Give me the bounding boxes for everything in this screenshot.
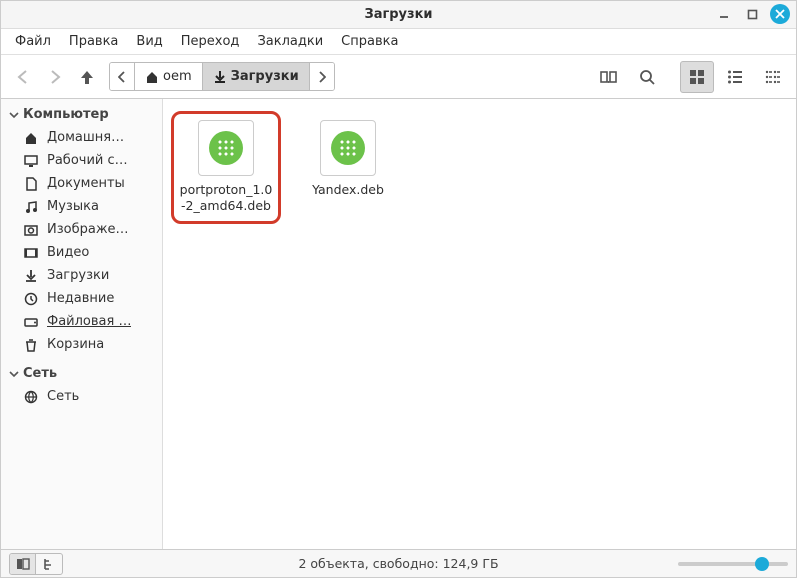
video-icon	[23, 246, 39, 260]
list-view-button[interactable]	[718, 61, 752, 93]
drive-icon	[23, 315, 39, 329]
status-text: 2 объекта, свободно: 124,9 ГБ	[298, 556, 498, 571]
music-icon	[23, 200, 39, 214]
sidebar-item-home[interactable]: Домашня…	[1, 126, 162, 149]
home-icon	[145, 70, 159, 84]
path-home-label: oem	[163, 69, 192, 84]
download-icon	[23, 269, 39, 283]
sidebar-section-network[interactable]: Сеть	[1, 362, 162, 385]
home-icon	[23, 131, 39, 145]
places-toggle[interactable]	[10, 554, 36, 574]
download-icon	[213, 70, 227, 84]
path-current-label: Загрузки	[231, 69, 299, 84]
path-next-button[interactable]	[310, 63, 334, 90]
sidebar-item-recent[interactable]: Недавние	[1, 287, 162, 310]
back-button[interactable]	[7, 61, 39, 93]
zoom-thumb[interactable]	[755, 557, 769, 571]
menu-help[interactable]: Справка	[333, 31, 406, 52]
maximize-button[interactable]	[742, 4, 762, 24]
sidebar: Компьютер Домашня… Рабочий с… Документы …	[1, 99, 163, 549]
sidebar-item-documents[interactable]: Документы	[1, 172, 162, 195]
menu-bookmarks[interactable]: Закладки	[249, 31, 331, 52]
window-title: Загрузки	[364, 7, 432, 22]
sidebar-toggle-group	[9, 553, 63, 575]
package-icon	[320, 120, 376, 176]
titlebar: Загрузки	[1, 1, 796, 29]
file-label: portproton_1.0-2_amd64.deb	[178, 182, 274, 215]
pictures-icon	[23, 223, 39, 237]
zoom-slider[interactable]	[678, 562, 788, 566]
menubar: Файл Правка Вид Переход Закладки Справка	[1, 29, 796, 55]
toolbar-right	[592, 61, 790, 93]
file-item[interactable]: portproton_1.0-2_amd64.deb	[171, 111, 281, 224]
icon-view-button[interactable]	[680, 61, 714, 93]
sidebar-item-trash[interactable]: Корзина	[1, 333, 162, 356]
path-segment-home[interactable]: oem	[135, 63, 203, 90]
dual-pane-button[interactable]	[592, 61, 626, 93]
body: Компьютер Домашня… Рабочий с… Документы …	[1, 99, 796, 549]
sidebar-item-video[interactable]: Видео	[1, 241, 162, 264]
chevron-down-icon	[9, 369, 19, 379]
compact-view-button[interactable]	[756, 61, 790, 93]
tree-toggle[interactable]	[36, 554, 62, 574]
file-label: Yandex.deb	[312, 182, 384, 198]
window-controls	[714, 4, 790, 24]
close-button[interactable]	[770, 4, 790, 24]
globe-icon	[23, 390, 39, 404]
up-button[interactable]	[71, 61, 103, 93]
search-button[interactable]	[630, 61, 664, 93]
sidebar-section-computer[interactable]: Компьютер	[1, 103, 162, 126]
menu-view[interactable]: Вид	[128, 31, 170, 52]
sidebar-item-downloads[interactable]: Загрузки	[1, 264, 162, 287]
sidebar-item-network[interactable]: Сеть	[1, 385, 162, 408]
package-icon	[198, 120, 254, 176]
menu-file[interactable]: Файл	[7, 31, 59, 52]
chevron-down-icon	[9, 110, 19, 120]
forward-button[interactable]	[39, 61, 71, 93]
sidebar-item-pictures[interactable]: Изображе…	[1, 218, 162, 241]
menu-go[interactable]: Переход	[173, 31, 248, 52]
recent-icon	[23, 292, 39, 306]
desktop-icon	[23, 154, 39, 168]
path-bar: oem Загрузки	[109, 62, 335, 91]
path-segment-current[interactable]: Загрузки	[203, 63, 310, 90]
menu-edit[interactable]: Правка	[61, 31, 126, 52]
documents-icon	[23, 177, 39, 191]
statusbar: 2 объекта, свободно: 124,9 ГБ	[1, 549, 796, 577]
file-pane[interactable]: portproton_1.0-2_amd64.deb Yandex.deb	[163, 99, 796, 549]
file-item[interactable]: Yandex.deb	[293, 111, 403, 224]
path-prev-button[interactable]	[110, 63, 135, 90]
trash-icon	[23, 338, 39, 352]
sidebar-item-filesystem[interactable]: Файловая …	[1, 310, 162, 333]
toolbar: oem Загрузки	[1, 55, 796, 99]
sidebar-item-desktop[interactable]: Рабочий с…	[1, 149, 162, 172]
minimize-button[interactable]	[714, 4, 734, 24]
sidebar-item-music[interactable]: Музыка	[1, 195, 162, 218]
